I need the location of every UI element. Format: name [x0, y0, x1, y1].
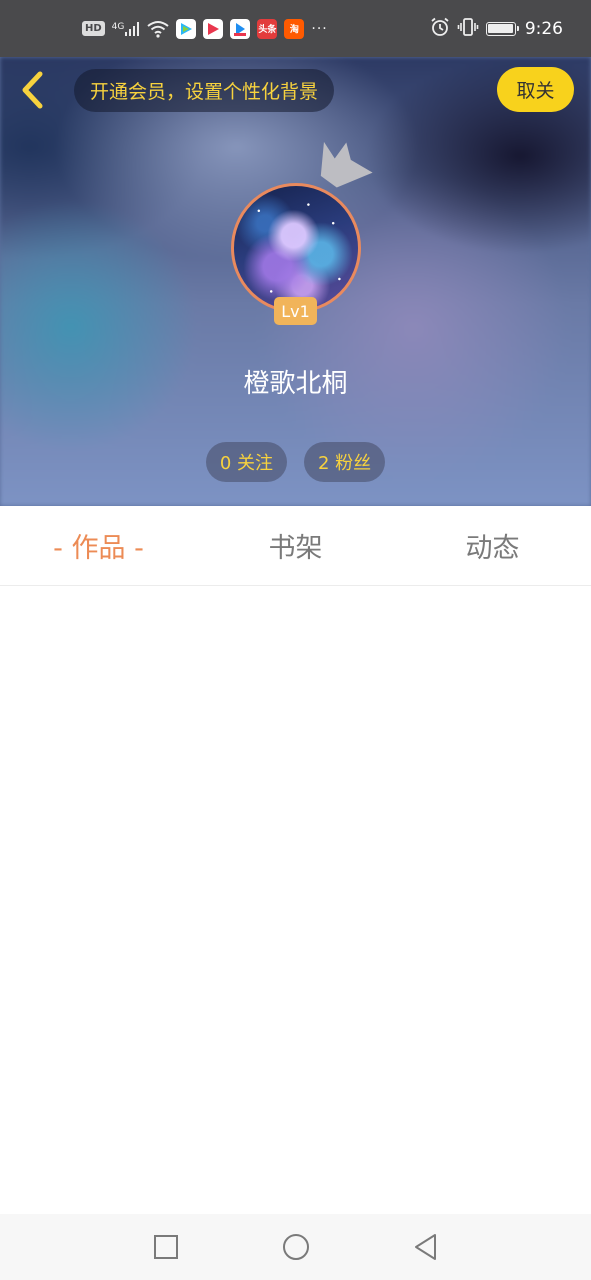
- vip-background-banner[interactable]: 开通会员，设置个性化背景: [74, 69, 335, 112]
- profile-tabs: - 作品 - 书架 动态: [0, 506, 591, 586]
- profile-header: 开通会员，设置个性化背景 取关 Lv1 橙歌北桐 0 关注 2 粉丝: [0, 57, 591, 506]
- home-button[interactable]: [281, 1232, 311, 1262]
- network-type: 4G: [111, 21, 125, 32]
- username: 橙歌北桐: [243, 369, 348, 399]
- more-notifications-icon: ···: [311, 20, 328, 37]
- tab-bookshelf[interactable]: 书架: [197, 506, 394, 585]
- video-play-icon: [203, 18, 224, 39]
- tencent-video-icon: [176, 18, 197, 39]
- crown-icon: [320, 141, 373, 188]
- hd-badge: HD: [82, 21, 105, 36]
- circle-icon: [282, 1234, 309, 1260]
- unfollow-button[interactable]: 取关: [497, 67, 574, 112]
- status-time: 9:26: [524, 18, 563, 39]
- taobao-icon: 淘: [284, 18, 305, 39]
- tab-content-area: [0, 587, 591, 1214]
- status-bar-right: 9:26: [430, 17, 563, 41]
- back-nav-button[interactable]: [411, 1232, 441, 1262]
- level-badge: Lv1: [274, 297, 317, 325]
- avatar[interactable]: [231, 183, 361, 313]
- recents-button[interactable]: [151, 1232, 181, 1262]
- tab-activity[interactable]: 动态: [394, 506, 591, 585]
- following-count-button[interactable]: 0 关注: [205, 442, 287, 482]
- square-icon: [153, 1235, 178, 1259]
- wifi-icon: [147, 20, 169, 38]
- youku-icon: [230, 18, 251, 39]
- alarm-icon: [430, 17, 450, 41]
- status-bar-left: HD 4G 头条 淘 ···: [82, 18, 328, 39]
- tab-works[interactable]: - 作品 -: [0, 506, 197, 585]
- vibrate-icon: [457, 17, 479, 41]
- chevron-left-icon: [22, 71, 43, 109]
- system-nav-bar: [0, 1214, 591, 1280]
- status-bar: HD 4G 头条 淘 ··· 9:26: [0, 0, 591, 57]
- profile-screen: HD 4G 头条 淘 ··· 9:26 开通会员，设置个性化背景 取关 Lv1 …: [0, 0, 591, 1280]
- avatar-container: Lv1: [231, 141, 373, 325]
- toutiao-icon: 头条: [257, 18, 278, 39]
- followers-count-button[interactable]: 2 粉丝: [304, 442, 386, 482]
- triangle-back-icon: [414, 1234, 436, 1260]
- follow-stats: 0 关注 2 粉丝: [0, 442, 591, 482]
- battery-icon: [485, 21, 519, 36]
- back-button[interactable]: [14, 69, 50, 111]
- signal-icon: 4G: [112, 21, 141, 37]
